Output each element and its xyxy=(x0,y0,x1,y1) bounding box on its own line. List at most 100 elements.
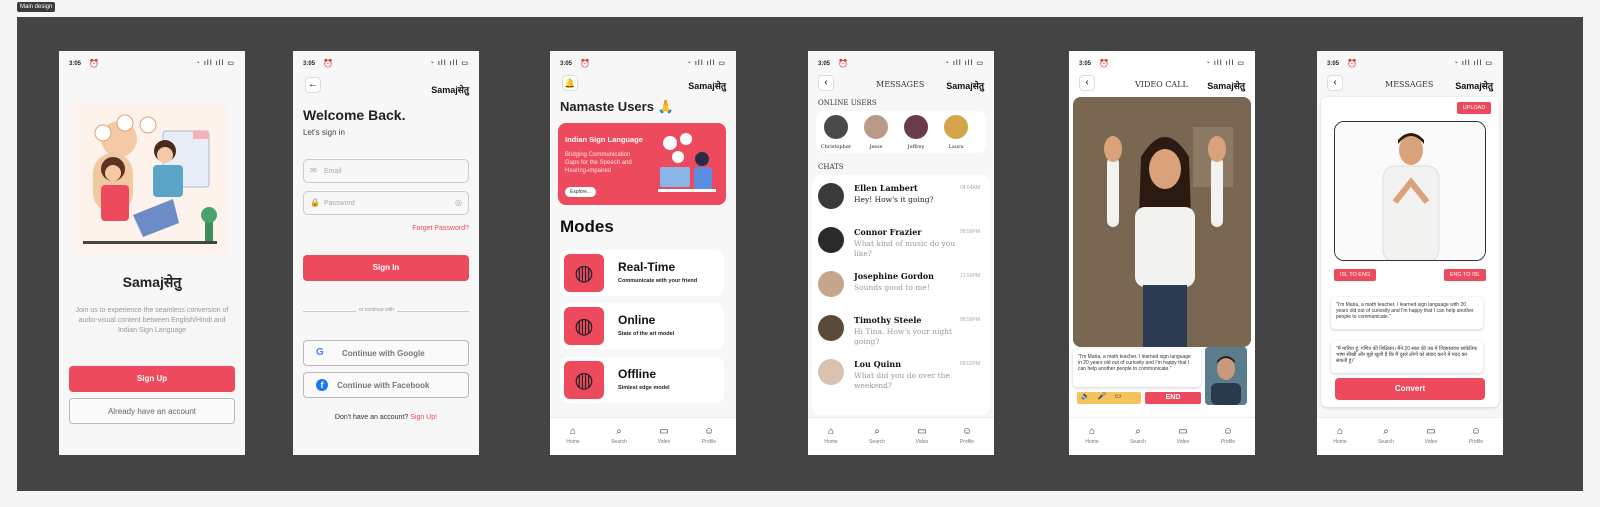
nav-label: Profile xyxy=(701,439,717,445)
facebook-button[interactable]: f Continue with Facebook xyxy=(303,372,469,398)
nav-search[interactable]: ⌕ Search xyxy=(1371,426,1401,445)
online-name: Jesse xyxy=(869,144,883,150)
facebook-icon: f xyxy=(316,379,328,391)
already-account-button[interactable]: Already have an account xyxy=(69,398,235,424)
nav-search[interactable]: ⌕ Search xyxy=(604,426,634,445)
home-icon: ⌂ xyxy=(1336,426,1344,437)
nav-label: Profile xyxy=(1468,439,1484,445)
video-icon: ▭ xyxy=(917,426,927,437)
chat-item[interactable]: Josephine Gordon 11:59PM Sounds good to … xyxy=(816,267,986,309)
english-text-box: "I'm Maria, a math teacher. I learned si… xyxy=(1331,297,1483,329)
back-icon[interactable]: ‹ xyxy=(1079,75,1095,91)
welcome-subtitle: Let's sign in xyxy=(303,128,345,137)
signer-video xyxy=(1073,97,1251,347)
eng-to-isl-button[interactable]: ENG TO ISL xyxy=(1444,269,1486,281)
sign-up-link[interactable]: Sign Up! xyxy=(410,414,437,421)
nav-profile[interactable]: ☺ Profile xyxy=(952,426,982,445)
avatar xyxy=(818,183,844,209)
google-button[interactable]: G Continue with Google xyxy=(303,340,469,366)
nav-profile[interactable]: ☺ Profile xyxy=(694,426,724,445)
nav-home[interactable]: ⌂ Home xyxy=(1077,426,1107,445)
mode-online[interactable]: ◍ Online State of the art model xyxy=(560,303,724,349)
camera-icon[interactable]: ▭ xyxy=(1114,393,1129,400)
online-users-label: ONLINE USERS xyxy=(818,99,877,107)
hindi-text-box: "मैं मारिया हूं, गणित की शिक्षिका। मैंने… xyxy=(1331,341,1483,373)
chat-name: Connor Frazier xyxy=(854,227,922,237)
upload-button[interactable]: UPLOAD xyxy=(1457,102,1491,114)
mode-title: Offline xyxy=(618,367,656,381)
nav-video[interactable]: ▭ Video xyxy=(649,426,679,445)
online-name: Christopher xyxy=(820,144,852,150)
back-arrow-icon[interactable]: ← xyxy=(305,77,321,93)
chat-name: Lou Quinn xyxy=(854,359,902,369)
mode-subtitle: Communicate with your friend xyxy=(618,278,698,284)
design-canvas: 3:05 ⏰ ◔ ıll ıll ▭ Samajसेतु Join us to … xyxy=(17,17,1583,491)
nav-search[interactable]: ⌕ Search xyxy=(1123,426,1153,445)
main-video-feed xyxy=(1073,97,1251,347)
convert-button[interactable]: Convert xyxy=(1335,378,1485,400)
nav-profile[interactable]: ☺ Profile xyxy=(1461,426,1491,445)
video-icon: ▭ xyxy=(1178,426,1188,437)
nav-label: Home xyxy=(1085,439,1099,445)
avatar[interactable] xyxy=(862,113,890,141)
banner-illustration xyxy=(658,133,716,192)
bell-icon[interactable]: 🔔 xyxy=(562,75,578,91)
nav-home[interactable]: ⌂ Home xyxy=(1325,426,1355,445)
chat-time: 04:04AM xyxy=(959,185,980,191)
chat-message: Hi Tina. How's your night going? xyxy=(854,327,952,346)
speaker-icon[interactable]: 🔈 xyxy=(1081,393,1098,400)
bottom-nav: ⌂ Home ⌕ Search ▭ Video ☺ Profile xyxy=(1069,417,1255,455)
bottom-nav: ⌂ Home ⌕ Search ▭ Video ☺ Profile xyxy=(1317,417,1503,455)
mic-icon[interactable]: 🎤 xyxy=(1098,393,1115,400)
mode-realtime[interactable]: ◍ Real-Time Communicate with your friend xyxy=(560,250,724,296)
end-call-button[interactable]: END xyxy=(1145,392,1201,404)
alarm-icon: ⏰ xyxy=(323,59,333,68)
alarm-icon: ⏰ xyxy=(1347,59,1357,68)
nav-home[interactable]: ⌂ Home xyxy=(558,426,588,445)
nav-label: Home xyxy=(566,439,580,445)
forgot-password-link[interactable]: Forget Password? xyxy=(412,225,469,232)
onboarding-screen: 3:05 ⏰ ◔ ıll ıll ▭ Samajसेतु Join us to … xyxy=(59,51,245,455)
bottom-nav: ⌂ Home ⌕ Search ▭ Video ☺ Profile xyxy=(808,417,994,455)
nav-video[interactable]: ▭ Video xyxy=(1168,426,1198,445)
chat-time: 09:02PM xyxy=(959,361,980,367)
chat-item[interactable]: Lou Quinn 09:02PM What did you do over t… xyxy=(816,355,986,397)
online-name: Laura xyxy=(948,144,964,150)
avatar[interactable] xyxy=(942,113,970,141)
chat-message: What did you do over the weekend? xyxy=(854,371,950,390)
nav-search[interactable]: ⌕ Search xyxy=(862,426,892,445)
sign-up-button[interactable]: Sign Up xyxy=(69,366,235,392)
nav-video[interactable]: ▭ Video xyxy=(1416,426,1446,445)
online-name: Jeffrey xyxy=(907,144,925,150)
password-field[interactable]: 🔒 Password ◎ xyxy=(303,191,469,215)
mode-offline[interactable]: ◍ Offline Simlest edge model xyxy=(560,357,724,403)
nav-video[interactable]: ▭ Video xyxy=(907,426,937,445)
isl-to-eng-button[interactable]: ISL TO ENG xyxy=(1334,269,1376,281)
chat-item[interactable]: Ellen Lambert 04:04AM Hey! How's it goin… xyxy=(816,179,986,221)
isl-banner[interactable]: Indian Sign Language Bridging Communicat… xyxy=(558,123,726,205)
chat-item[interactable]: Timothy Steele 06:58PM Hi Tina. How's yo… xyxy=(816,311,986,353)
search-icon: ⌕ xyxy=(1383,426,1389,437)
explore-button[interactable]: Explore... xyxy=(565,187,597,197)
nav-label: Search xyxy=(1378,439,1394,445)
chat-item[interactable]: Connor Frazier 08:58PM What kind of musi… xyxy=(816,223,986,265)
frame-label: Main design xyxy=(17,2,56,12)
profile-icon: ☺ xyxy=(703,426,715,437)
nav-home[interactable]: ⌂ Home xyxy=(816,426,846,445)
self-video xyxy=(1205,347,1247,405)
mode-subtitle: Simlest edge model xyxy=(618,385,670,391)
chat-time: 11:59PM xyxy=(960,273,980,279)
sign-in-button[interactable]: Sign In xyxy=(303,255,469,281)
profile-icon: ☺ xyxy=(961,426,973,437)
globe-icon: ◍ xyxy=(564,254,604,292)
avatar[interactable] xyxy=(902,113,930,141)
search-icon: ⌕ xyxy=(616,426,622,437)
back-icon[interactable]: ‹ xyxy=(1327,75,1343,91)
back-icon[interactable]: ‹ xyxy=(818,75,834,91)
nav-profile[interactable]: ☺ Profile xyxy=(1213,426,1243,445)
eye-off-icon[interactable]: ◎ xyxy=(455,198,462,207)
email-field[interactable]: ✉ Email xyxy=(303,159,469,183)
avatar[interactable] xyxy=(822,113,850,141)
search-icon: ⌕ xyxy=(1135,426,1141,437)
home-icon: ⌂ xyxy=(569,426,577,437)
